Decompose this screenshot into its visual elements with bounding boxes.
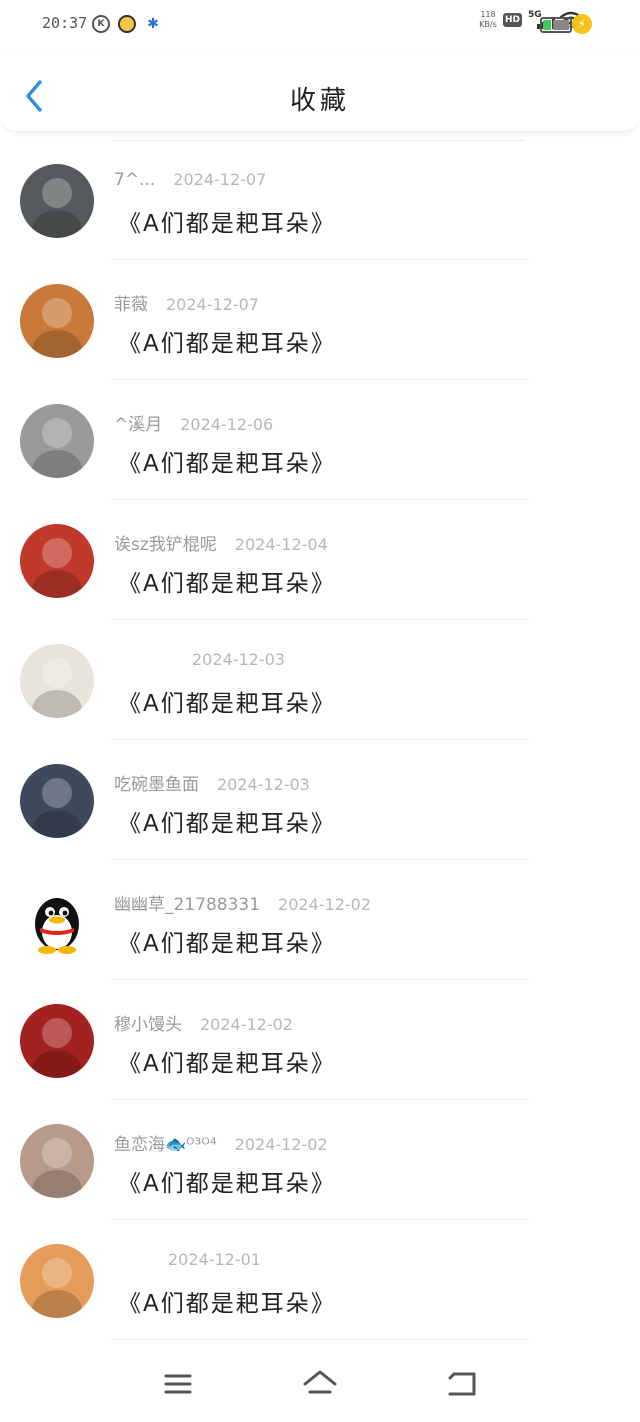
menu-icon[interactable] (158, 1368, 198, 1400)
favorite-item[interactable]: 2024-12-01 《A们都是耙耳朵》 (0, 1220, 640, 1340)
avatar[interactable] (20, 1004, 94, 1078)
favorite-item[interactable]: 鱼恋海🐟ᴼ³ᴼ⁴ 2024-12-02 《A们都是耙耳朵》 (0, 1100, 640, 1220)
divider (110, 1339, 530, 1340)
favorite-item[interactable]: 菲薇 2024-12-07 《A们都是耙耳朵》 (0, 260, 640, 380)
status-bar: 20:37 K ✱ 118 KB/s HD 5G ⚡ (0, 0, 640, 50)
favorite-date: 2024-12-07 (173, 170, 267, 189)
work-title[interactable]: 《A们都是耙耳朵》 (118, 1284, 336, 1318)
work-title[interactable]: 《A们都是耙耳朵》 (118, 1044, 336, 1078)
qq-penguin-icon (35, 898, 79, 954)
work-title[interactable]: 《A们都是耙耳朵》 (118, 804, 336, 838)
battery-icon (540, 17, 575, 33)
emoji-app-icon (118, 15, 136, 33)
favorite-date: 2024-12-02 (200, 1015, 293, 1034)
avatar[interactable] (20, 1244, 94, 1318)
favorite-date: 2024-12-03 (192, 650, 285, 669)
work-title[interactable]: 《A们都是耙耳朵》 (118, 324, 336, 358)
avatar[interactable] (20, 644, 94, 718)
avatar[interactable] (20, 524, 94, 598)
back-icon[interactable] (442, 1368, 482, 1400)
favorite-item[interactable]: 吃碗墨鱼面 2024-12-03 《A们都是耙耳朵》 (0, 740, 640, 860)
favorite-item[interactable]: 幽幽草_21788331 2024-12-02 《A们都是耙耳朵》 (0, 860, 640, 980)
username[interactable]: 鱼恋海🐟ᴼ³ᴼ⁴ (114, 1130, 217, 1155)
avatar[interactable] (20, 164, 94, 238)
bottom-nav (0, 1350, 640, 1422)
favorite-date: 2024-12-03 (217, 775, 310, 794)
username[interactable]: 穆小馒头 (114, 1010, 182, 1035)
avatar[interactable] (20, 284, 94, 358)
avatar[interactable] (20, 884, 94, 958)
home-icon[interactable] (300, 1368, 340, 1400)
favorite-date: 2024-12-01 (168, 1250, 261, 1269)
favorite-date: 2024-12-04 (234, 535, 328, 554)
username[interactable]: 诶sz我铲棍呢 (114, 530, 217, 555)
work-title[interactable]: 《A们都是耙耳朵》 (118, 444, 336, 478)
favorite-item[interactable]: 穆小馒头 2024-12-02 《A们都是耙耳朵》 (0, 980, 640, 1100)
favorites-list: 7^... 2024-12-07 《A们都是耙耳朵》 菲薇 2024-12-07 《A们都… (0, 140, 640, 1340)
username[interactable]: 吃碗墨鱼面 (114, 770, 199, 795)
paw-app-icon: ✱ (147, 16, 159, 32)
username[interactable]: 7^... (114, 170, 155, 190)
favorite-date: 2024-12-02 (278, 895, 372, 914)
username[interactable]: 菲薇 (114, 290, 148, 315)
favorite-item[interactable]: 2024-12-03 《A们都是耙耳朵》 (0, 620, 640, 740)
status-time: 20:37 (42, 14, 88, 32)
favorite-item[interactable]: ^溪月 2024-12-06 《A们都是耙耳朵》 (0, 380, 640, 500)
header: 收藏 (0, 50, 640, 132)
page-title: 收藏 (289, 86, 350, 116)
hd-badge: HD (502, 13, 522, 27)
k-app-icon: K (92, 15, 110, 33)
work-title[interactable]: 《A们都是耙耳朵》 (118, 684, 336, 718)
network-speed: 118 KB/s (479, 10, 497, 29)
favorite-date: 2024-12-02 (234, 1135, 328, 1154)
work-title[interactable]: 《A们都是耙耳朵》 (118, 1164, 336, 1198)
work-title[interactable]: 《A们都是耙耳朵》 (118, 564, 336, 598)
favorite-date: 2024-12-07 (166, 295, 259, 314)
favorite-date: 2024-12-06 (180, 415, 274, 434)
avatar[interactable] (20, 1124, 94, 1198)
work-title[interactable]: 《A们都是耙耳朵》 (118, 204, 336, 238)
work-title[interactable]: 《A们都是耙耳朵》 (118, 924, 336, 958)
username[interactable]: 幽幽草_21788331 (114, 890, 260, 915)
avatar[interactable] (20, 404, 94, 478)
username[interactable]: ^溪月 (114, 410, 162, 435)
favorite-item[interactable]: 诶sz我铲棍呢 2024-12-04 《A们都是耙耳朵》 (0, 500, 640, 620)
charging-icon: ⚡ (572, 14, 592, 34)
avatar[interactable] (20, 764, 94, 838)
favorite-item[interactable]: 7^... 2024-12-07 《A们都是耙耳朵》 (0, 140, 640, 260)
